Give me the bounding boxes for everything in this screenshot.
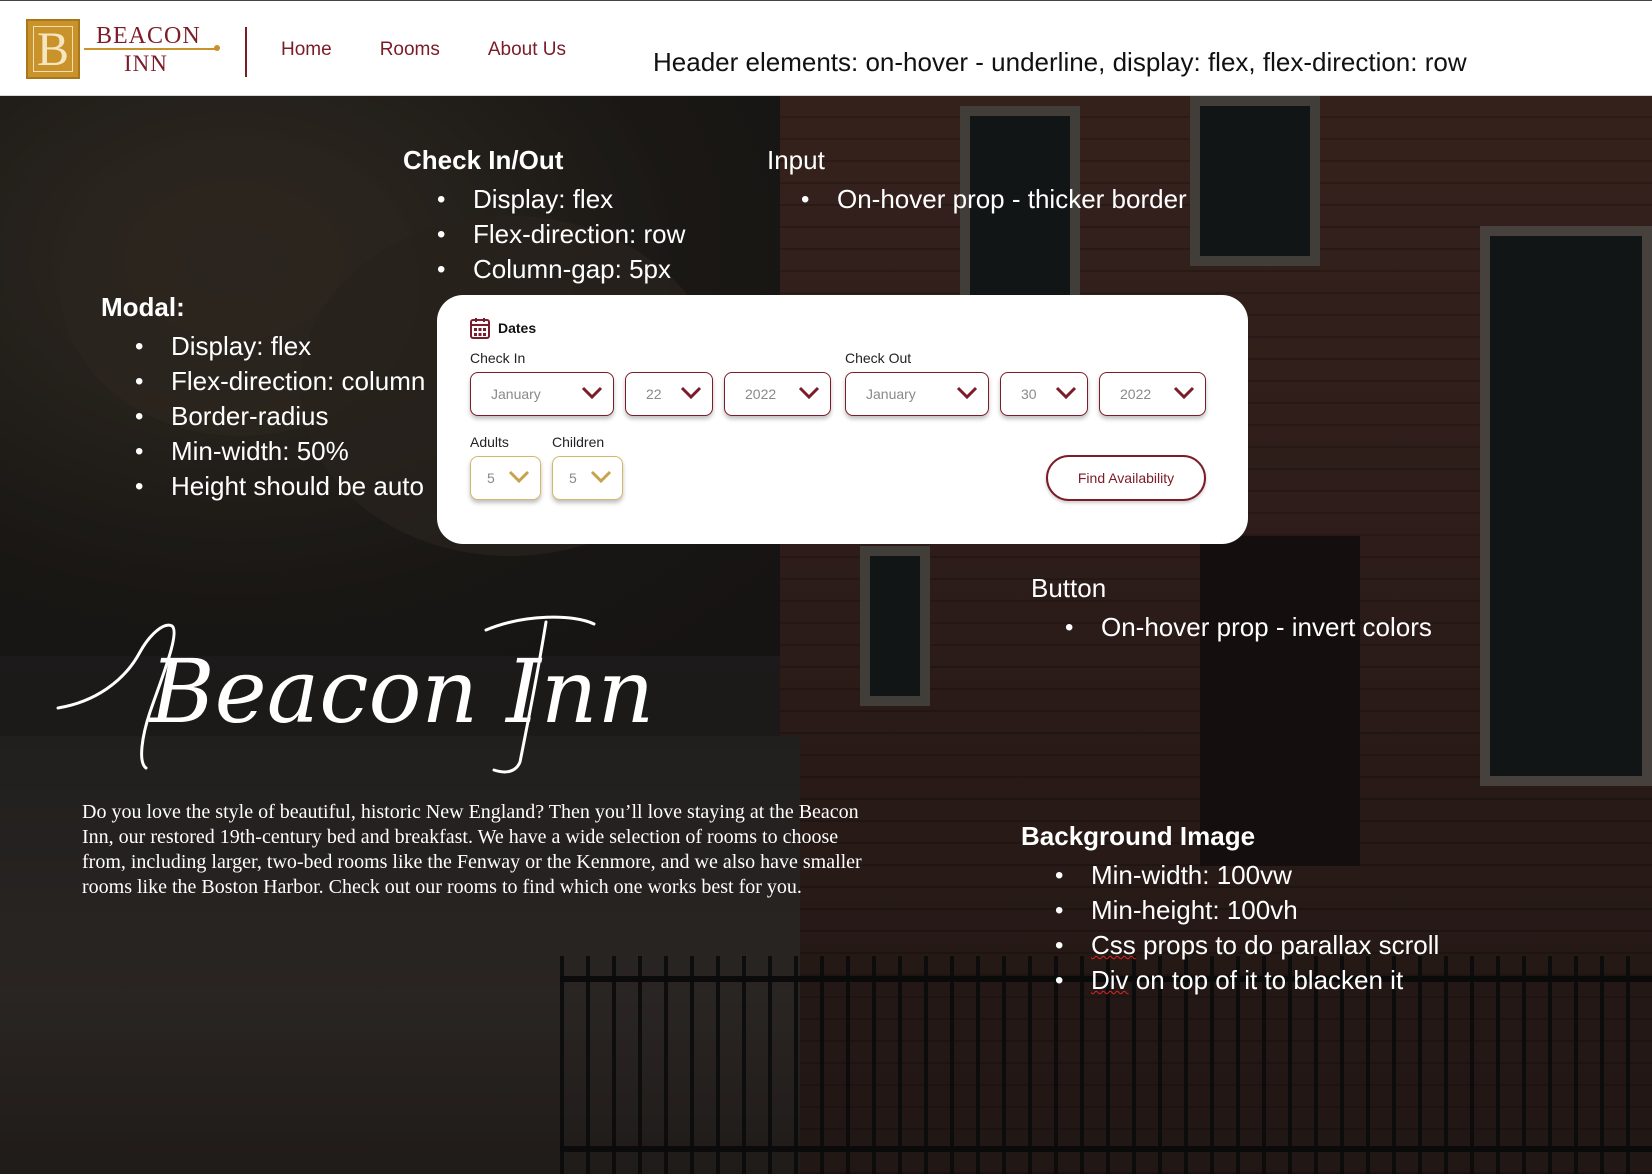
select-value: January: [866, 386, 916, 402]
input-annotation: Input On-hover prop - thicker border: [767, 145, 1187, 217]
annotation-item: Flex-direction: row: [437, 217, 685, 252]
nav-about-link[interactable]: About Us: [488, 39, 566, 61]
annotation-item: Column-gap: 5px: [437, 252, 685, 287]
background-annotation: Background Image Min-width: 100vw Min-he…: [1021, 821, 1439, 998]
calendar-icon: [470, 317, 490, 339]
nav-home-link[interactable]: Home: [281, 39, 332, 61]
main-nav: Home Rooms About Us: [281, 39, 566, 61]
annotation-item: Height should be auto: [135, 469, 425, 504]
hero-title: Beacon Inn: [148, 640, 654, 743]
logo-monogram-letter: B: [36, 23, 69, 76]
header-annotation: Header elements: on-hover - underline, d…: [653, 47, 1467, 77]
header-divider: [245, 27, 247, 77]
hero-description: Do you love the style of beautiful, hist…: [82, 801, 862, 898]
annotation-list: Min-width: 100vw Min-height: 100vh Css p…: [1021, 858, 1439, 998]
beacon-inn-logo[interactable]: B BEACON INN: [26, 19, 220, 81]
select-value: 2022: [745, 386, 777, 402]
annotation-item: Min-width: 100vw: [1055, 858, 1439, 893]
annotation-title: Button: [1031, 573, 1107, 603]
check-in-day-select[interactable]: 22: [625, 372, 713, 416]
logo-wordmark-top: BEACON: [96, 23, 201, 49]
annotation-item: Min-height: 100vh: [1055, 893, 1439, 928]
annotation-title: Check In/Out: [403, 145, 564, 175]
check-out-year-select[interactable]: 2022: [1099, 372, 1206, 416]
select-value: January: [491, 386, 541, 402]
children-select[interactable]: 5: [552, 456, 623, 500]
annotation-item-rest: props to do parallax scroll: [1135, 930, 1440, 960]
annotation-title: Input: [767, 145, 825, 175]
adults-label: Adults: [470, 434, 509, 450]
dates-heading: Dates: [470, 317, 1215, 339]
annotation-item: Css props to do parallax scroll: [1055, 928, 1440, 963]
annotation-item: Min-width: 50%: [135, 434, 425, 469]
chevron-down-icon: [680, 386, 702, 400]
booking-modal: Dates Check In Check Out Adults Children…: [437, 295, 1248, 544]
annotation-item: Display: flex: [135, 329, 425, 364]
children-label: Children: [552, 434, 605, 450]
dates-label: Dates: [498, 320, 537, 336]
select-value: 5: [487, 470, 495, 486]
check-in-month-select[interactable]: January: [470, 372, 614, 416]
annotation-item: Border-radius: [135, 399, 425, 434]
annotation-item: On-hover prop - invert colors: [1065, 610, 1432, 645]
select-value: 2022: [1120, 386, 1152, 402]
checkinout-annotation: Check In/Out Display: flex Flex-directio…: [403, 145, 685, 287]
annotation-item: On-hover prop - thicker border: [801, 182, 1187, 217]
select-value: 5: [569, 470, 577, 486]
chevron-down-icon: [956, 386, 978, 400]
logo-monogram: B: [26, 19, 80, 79]
check-in-year-select[interactable]: 2022: [724, 372, 831, 416]
check-out-label: Check Out: [845, 350, 912, 366]
chevron-down-icon: [581, 386, 603, 400]
button-annotation: Button On-hover prop - invert colors: [1031, 573, 1432, 645]
hero-title-flourish: Beacon Inn: [56, 615, 654, 774]
adults-select[interactable]: 5: [470, 456, 541, 500]
annotation-list: On-hover prop - invert colors: [1031, 610, 1432, 645]
chevron-down-icon: [1055, 386, 1077, 400]
annotation-title: Modal:: [101, 292, 185, 322]
logo-wordmark-bottom: INN: [124, 51, 168, 76]
find-availability-button[interactable]: Find Availability: [1046, 455, 1206, 501]
spellcheck-word: Css: [1091, 930, 1136, 960]
chevron-down-icon: [590, 470, 612, 484]
check-out-day-select[interactable]: 30: [1000, 372, 1088, 416]
annotation-list: Display: flex Flex-direction: row Column…: [403, 182, 685, 287]
annotation-item-rest: on top of it to blacken it: [1128, 965, 1404, 995]
select-value: 22: [646, 386, 662, 402]
chevron-down-icon: [508, 470, 530, 484]
spellcheck-word: Div: [1091, 965, 1129, 995]
annotation-item: Display: flex: [437, 182, 685, 217]
check-in-label: Check In: [470, 350, 526, 366]
annotation-list: Display: flex Flex-direction: column Bor…: [101, 329, 425, 504]
annotation-title: Background Image: [1021, 821, 1256, 851]
annotation-item: Flex-direction: column: [135, 364, 425, 399]
hero-title-script: Beacon Inn: [54, 612, 694, 782]
annotation-list: On-hover prop - thicker border: [767, 182, 1187, 217]
chevron-down-icon: [798, 386, 820, 400]
modal-annotation: Modal: Display: flex Flex-direction: col…: [101, 292, 425, 504]
check-out-month-select[interactable]: January: [845, 372, 989, 416]
nav-rooms-link[interactable]: Rooms: [380, 39, 440, 61]
select-value: 30: [1021, 386, 1037, 402]
chevron-down-icon: [1173, 386, 1195, 400]
site-header: B BEACON INN Home Rooms About Us Header …: [0, 0, 1652, 96]
annotation-item: Div on top of it to blacken it: [1055, 963, 1439, 998]
